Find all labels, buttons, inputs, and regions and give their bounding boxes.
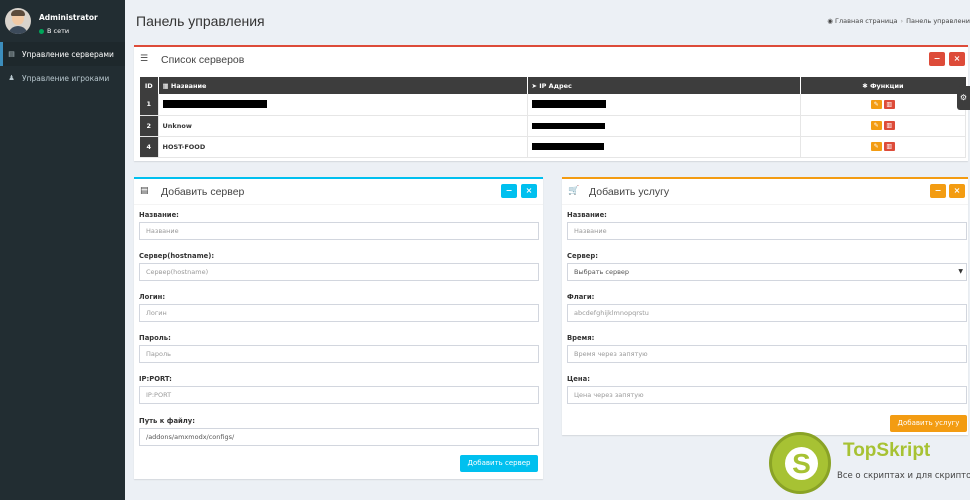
user-status-text: В сети [47,27,70,35]
field-label: Пароль: [139,334,171,342]
box-title: Добавить сервер [161,186,245,198]
table-row: 4 HOST-FOOD ✎ ▥ [140,136,966,158]
table-header: ID ▦ Название ➤ IP Адрес ✱ Функции [140,77,966,94]
page-title: Панель управления [136,13,265,29]
redacted-ip [531,100,606,109]
field-label: Сервер: [567,252,598,260]
server-icon: ▤ [140,186,149,196]
col-id: ID [140,77,159,94]
field-label: Сервер(hostname): [139,252,215,260]
topskript-logo: S [769,432,831,494]
table-row: 2 Unknow ✎ ▥ [140,115,966,137]
server-select[interactable]: Выбрать сервер ▼ [567,263,967,281]
field-label: Цена: [567,375,590,383]
trash-icon[interactable]: ▥ [883,142,895,151]
row-id: 2 [140,115,159,137]
watermark-title: TopSkript [843,440,931,461]
time-input[interactable]: Время через запятую [567,345,967,363]
remove-button[interactable]: × [521,184,537,198]
collapse-button[interactable]: − [929,52,945,66]
logo-letter: S [785,447,818,480]
price-input[interactable]: Цена через запятую [567,386,967,404]
breadcrumb: ◉ Главная страница › Панель управлени [827,17,970,25]
row-name: HOST-FOOD [158,136,528,158]
row-actions: ✎ ▥ [800,115,966,137]
gear-icon: ✱ [862,81,871,90]
table-row: 1 ✎ ▥ [140,94,966,116]
add-server-button[interactable]: Добавить сервер [460,455,538,472]
watermark-subtitle: Все о скриптах и для скриптов... [837,471,970,481]
box-title: Список серверов [161,54,245,66]
user-icon: ♟ [8,74,15,82]
edit-icon[interactable]: ✎ [870,142,882,151]
add-service-button[interactable]: Добавить услугу [890,415,967,432]
field-label: Время: [567,334,595,342]
service-name-input[interactable]: Название [567,222,967,240]
settings-toggle-icon[interactable]: ⚙ [957,86,970,110]
field-label: Название: [139,211,179,219]
box-title: Добавить услугу [589,186,670,198]
row-ip [527,136,801,158]
row-ip [527,115,801,137]
row-actions: ✎ ▥ [800,136,966,158]
caret-down-icon: ▼ [958,268,963,275]
cart-icon: 🛒 [568,186,580,196]
field-label: Путь к файлу: [139,417,195,425]
field-label: Флаги: [567,293,595,301]
trash-icon[interactable]: ▥ [883,99,895,109]
sidebar-item-servers[interactable]: ▤ Управление серверами [0,42,125,66]
sidebar-item-label: Управление серверами [22,49,114,59]
collapse-button[interactable]: − [930,184,946,198]
servers-box: ☰ Список серверов − × ID ▦ Название ➤ IP… [134,45,968,161]
add-service-box: 🛒 Добавить услугу − × Название: Название… [562,177,968,435]
redacted-ip [531,122,605,129]
table-icon: ▦ [162,81,171,90]
field-label: Логин: [139,293,166,301]
row-id: 1 [140,94,159,116]
online-dot-icon [39,28,44,34]
col-ip: ➤ IP Адрес [527,77,801,94]
sidebar-item-label: Управление игроками [22,73,110,83]
hostname-input[interactable]: Сервер(hostname) [139,263,539,281]
col-functions: ✱ Функции [800,77,966,94]
row-name [158,94,528,116]
add-server-box: ▤ Добавить сервер − × Название: Название… [134,177,543,479]
col-name: ▦ Название [158,77,528,94]
redacted-ip [531,143,604,150]
field-label: IP:PORT: [139,375,172,383]
ip-port-input[interactable]: IP:PORT [139,386,539,404]
user-name: Administrator [39,13,98,22]
flags-input[interactable]: abcdefghijklmnopqrstu [567,304,967,322]
breadcrumb-current: Панель управлени [906,17,970,25]
avatar [5,8,31,34]
file-path-input[interactable]: /addons/amxmodx/configs/ [139,428,539,446]
server-icon: ▤ [8,50,15,58]
edit-icon[interactable]: ✎ [870,99,882,109]
login-input[interactable]: Логин [139,304,539,322]
list-icon: ☰ [140,54,149,64]
sidebar: Administrator В сети ▤ Управление сервер… [0,0,125,500]
servers-table: ID ▦ Название ➤ IP Адрес ✱ Функции 1 ✎ ▥ … [140,77,966,158]
user-status: В сети [39,27,69,35]
edit-icon[interactable]: ✎ [870,121,882,130]
sidebar-item-players[interactable]: ♟ Управление игроками [0,66,125,90]
server-name-input[interactable]: Название [139,222,539,240]
remove-button[interactable]: × [949,52,965,66]
remove-button[interactable]: × [949,184,965,198]
dashboard-icon: ◉ [827,17,833,25]
password-input[interactable]: Пароль [139,345,539,363]
redacted-name [162,100,267,109]
row-actions: ✎ ▥ [800,94,966,116]
collapse-button[interactable]: − [501,184,517,198]
row-ip [527,94,801,116]
breadcrumb-home[interactable]: Главная страница [835,17,898,25]
row-id: 4 [140,136,159,158]
trash-icon[interactable]: ▥ [883,121,895,130]
row-name: Unknow [158,115,528,137]
field-label: Название: [567,211,607,219]
server-select-value: Выбрать сервер [574,268,630,276]
user-panel: Administrator В сети [0,0,125,42]
